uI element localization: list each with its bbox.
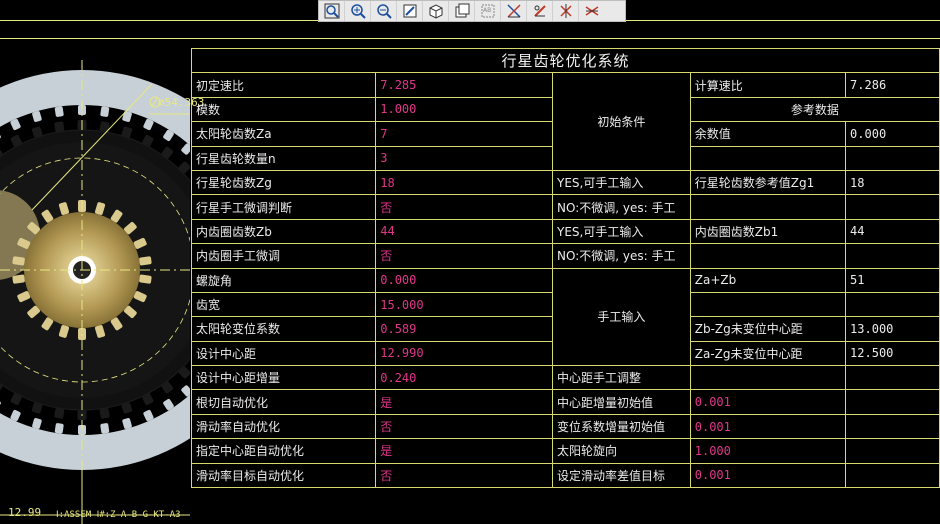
row-label: 行星手工微调判断 [190,194,377,220]
za-zb-value: 51 [845,267,940,293]
status-bar-text: Ⅰ:ASSEM Ⅰ#:Z-A-B-G-KT-A3 [56,510,181,520]
input-slide-rate-optimize[interactable]: 否 [375,413,554,440]
sketch-icon[interactable] [501,1,527,21]
input-initial-ratio[interactable]: 7.285 [375,72,554,98]
input-slide-diff-target[interactable]: 0.001 [689,462,847,489]
input-center-increment-init[interactable]: 0.001 [689,389,847,415]
row-label: 行星齿轮数量n [190,145,377,171]
dim-bottom-label: 12.99 [8,506,42,519]
datum-axes-icon[interactable]: AB [475,1,501,21]
repaint-icon[interactable] [397,1,423,21]
empty-cell [845,365,940,391]
ring-teeth-ref-value: 44 [845,218,940,245]
za-zg-center-label: Za-Zg未变位中心距 [689,340,847,367]
empty-cell [689,194,847,220]
row-label: 齿宽 [190,291,377,318]
spin-center-icon[interactable] [579,1,605,21]
remainder-value: 0.000 [845,121,940,147]
empty-cell [845,243,940,269]
slide-diff-target-label: 设定滑动率差值目标 [552,462,691,489]
input-helix-angle[interactable]: 0.000 [375,267,554,293]
datum-csys-icon[interactable] [527,1,553,21]
empty-cell [845,462,940,489]
input-ring-manual-adjust[interactable]: 否 [375,243,554,269]
empty-cell [845,145,940,171]
za-zg-center-value: 12.500 [845,340,940,367]
hint-cell: NO:不微调, yes: 手工 [552,194,691,220]
orient-icon[interactable] [423,1,449,21]
zb-zg-center-value: 13.000 [845,316,940,342]
planet-teeth-ref-label: 行星轮齿数参考值Zg1 [689,169,847,196]
calc-ratio-label: 计算速比 [689,72,847,98]
center-distance-manual-label: 中心距手工调整 [552,365,691,391]
center-increment-init-label: 中心距增量初始值 [552,389,691,415]
zoom-in-icon[interactable] [345,1,371,21]
empty-cell [845,291,940,318]
row-label: 螺旋角 [190,267,377,293]
row-label: 模数 [190,96,377,123]
row-label: 设计中心距增量 [190,365,377,391]
input-module[interactable]: 1.000 [375,96,554,123]
remainder-label: 余数值 [689,121,847,147]
input-planet-manual-adjust[interactable]: 否 [375,194,554,220]
row-label: 滑动率自动优化 [190,413,377,440]
input-undercut-optimize[interactable]: 是 [375,389,554,415]
input-sun-shift-coef[interactable]: 0.589 [375,316,554,342]
zb-zg-center-label: Zb-Zg未变位中心距 [689,316,847,342]
empty-cell [689,291,847,318]
calc-ratio-value: 7.286 [845,72,940,98]
empty-cell [845,389,940,415]
input-face-width[interactable]: 15.000 [375,291,554,318]
ring-teeth-ref-label: 内齿圈齿数Zb1 [689,218,847,245]
input-ring-teeth[interactable]: 44 [375,218,554,245]
shift-increment-init-label: 变位系数增量初始值 [552,413,691,440]
input-shift-increment-init[interactable]: 0.001 [689,413,847,440]
za-zb-label: Za+Zb [689,267,847,293]
zoom-window-icon[interactable] [319,1,345,21]
row-label: 根切自动优化 [190,389,377,415]
input-center-distance-increment[interactable]: 0.240 [375,365,554,391]
planet-teeth-ref-value: 18 [845,169,940,196]
row-label: 太阳轮变位系数 [190,316,377,342]
row-label: 太阳轮齿数Za [190,121,377,147]
input-planet-count[interactable]: 3 [375,145,554,171]
svg-text:AB: AB [483,7,491,14]
row-label: 内齿圈齿数Zb [190,218,377,245]
frame-line-top-right [626,20,940,21]
empty-cell [845,413,940,440]
table-title: 行星齿轮优化系统 [191,47,940,74]
row-label: 设计中心距 [190,340,377,367]
hint-cell: YES,可手工输入 [552,218,691,245]
row-label: 指定中心距自动优化 [190,438,377,464]
empty-cell [689,145,847,171]
input-design-center-distance[interactable]: 12.990 [375,340,554,367]
hint-cell: YES,可手工输入 [552,169,691,196]
initial-conditions-label: 初始条件 [552,72,691,171]
empty-cell [845,438,940,464]
input-center-distance-optimize[interactable]: 是 [375,438,554,464]
empty-cell [689,243,847,269]
empty-cell [845,194,940,220]
empty-cell [689,365,847,391]
row-label: 初定速比 [190,72,377,98]
row-label: 内齿圈手工微调 [190,243,377,269]
row-label: 行星轮齿数Zg [190,169,377,196]
reference-data-header: 参考数据 [689,96,940,123]
input-planet-teeth[interactable]: 18 [375,169,554,196]
datum-points-icon[interactable] [553,1,579,21]
view-toolbar: AB [318,0,626,22]
row-label: 滑动率目标自动优化 [190,462,377,489]
zoom-out-icon[interactable] [371,1,397,21]
input-sun-teeth[interactable]: 7 [375,121,554,147]
sun-helix-direction-label: 太阳轮旋向 [552,438,691,464]
view-list-icon[interactable] [449,1,475,21]
input-slide-target-optimize[interactable]: 否 [375,462,554,489]
manual-input-label: 手工输入 [552,267,691,367]
hint-cell: NO:不微调, yes: 手工 [552,243,691,269]
planetary-gear-table: 行星齿轮优化系统 初定速比 7.285 初始条件 计算速比 7.286 模数 1… [190,47,940,489]
input-sun-helix-direction[interactable]: 1.000 [689,438,847,464]
